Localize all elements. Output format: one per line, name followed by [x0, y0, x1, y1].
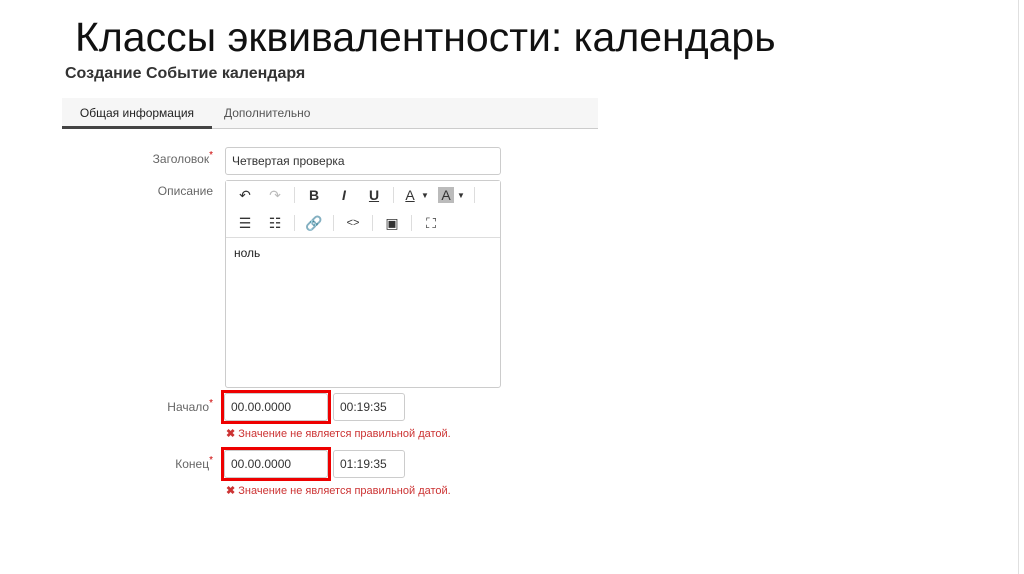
link-icon[interactable]: 🔗 [303, 215, 325, 232]
start-time-input[interactable]: 00:19:35 [333, 393, 405, 421]
divider [294, 187, 295, 203]
start-date-input[interactable]: 00.00.0000 [224, 393, 328, 421]
start-label: Начало* [167, 398, 213, 414]
tab-additional[interactable]: Дополнительно [224, 98, 310, 126]
bg-color-button[interactable]: A [438, 187, 454, 203]
divider [411, 215, 412, 231]
end-date-input[interactable]: 00.00.0000 [224, 450, 328, 478]
slide-title: Классы эквивалентности: календарь [75, 14, 776, 60]
title-label: Заголовок* [152, 150, 213, 166]
bold-button[interactable]: B [303, 187, 325, 203]
end-label: Конец* [175, 455, 213, 471]
fullscreen-icon[interactable]: ⛶ [420, 215, 442, 232]
end-error: ✖ Значение не является правильной датой. [226, 485, 451, 497]
image-icon[interactable]: ▣ [381, 215, 403, 232]
divider [333, 215, 334, 231]
end-time-input[interactable]: 01:19:35 [333, 450, 405, 478]
editor-toolbar: ↶ ↷ B I U A ▼ A ▼ ☰ ☷ 🔗 <> ▣ ⛶ [226, 181, 500, 238]
italic-button[interactable]: I [333, 187, 355, 203]
slide-border [1018, 0, 1019, 574]
divider [372, 215, 373, 231]
title-input[interactable]: Четвертая проверка [225, 147, 501, 175]
code-button[interactable]: <> [342, 217, 364, 229]
description-content[interactable]: ноль [226, 238, 500, 268]
error-icon: ✖ [226, 428, 236, 440]
start-error: ✖ Значение не является правильной датой. [226, 428, 451, 440]
bullet-list-icon[interactable]: ☰ [234, 215, 256, 232]
underline-button[interactable]: U [363, 187, 385, 203]
undo-icon[interactable]: ↶ [234, 187, 256, 204]
font-color-button[interactable]: A [402, 187, 418, 203]
description-editor: ↶ ↷ B I U A ▼ A ▼ ☰ ☷ 🔗 <> ▣ ⛶ ноль [225, 180, 501, 388]
chevron-down-icon[interactable]: ▼ [456, 191, 466, 200]
error-icon: ✖ [226, 485, 236, 497]
divider [474, 187, 475, 203]
tab-general[interactable]: Общая информация [62, 98, 212, 129]
divider [393, 187, 394, 203]
divider [294, 215, 295, 231]
description-label: Описание [157, 184, 213, 198]
numbered-list-icon[interactable]: ☷ [264, 215, 286, 232]
redo-icon[interactable]: ↷ [264, 187, 286, 204]
chevron-down-icon[interactable]: ▼ [420, 191, 430, 200]
tab-bar: Общая информация Дополнительно [62, 98, 598, 129]
form-title: Создание Событие календаря [65, 65, 306, 82]
